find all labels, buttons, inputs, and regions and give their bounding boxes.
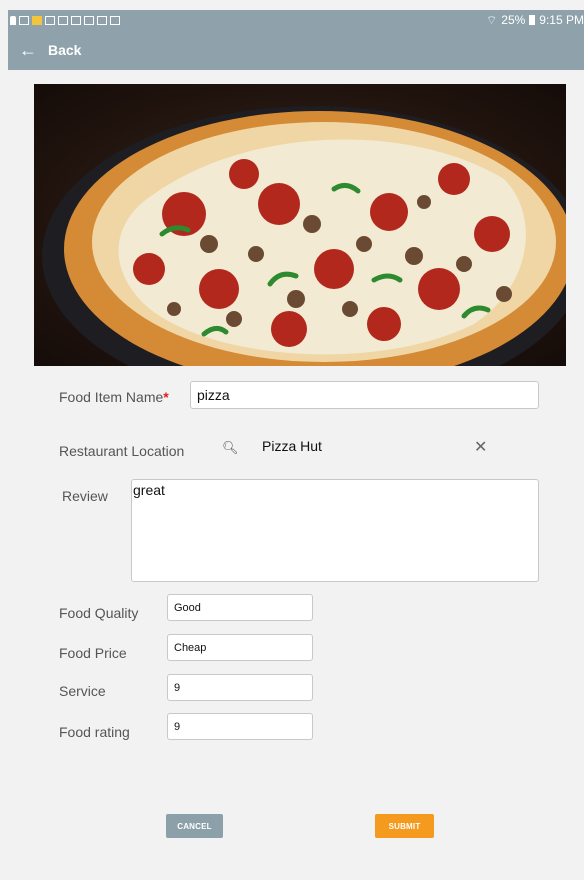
shuffle-icon — [84, 15, 94, 25]
wifi-icon: ⌔ — [485, 12, 498, 27]
image-icon — [19, 15, 29, 25]
review-textarea[interactable] — [131, 479, 539, 582]
food-quality-input[interactable]: Good — [167, 594, 313, 621]
required-mark: * — [163, 389, 169, 405]
submit-button[interactable]: SUBMIT — [375, 814, 434, 838]
download-icon — [45, 15, 55, 25]
food-item-name-label: Food Item Name* — [59, 389, 169, 405]
person-icon — [10, 15, 16, 25]
status-right: ⌔ 25% 9:15 PM — [486, 13, 584, 28]
review-text[interactable]: great — [133, 482, 165, 498]
food-item-name-label-text: Food Item Name — [59, 389, 164, 405]
food-rating-label: Food rating — [59, 724, 130, 740]
food-price-input[interactable]: Cheap — [167, 634, 313, 661]
cancel-button[interactable]: CANCEL — [166, 814, 223, 838]
pizza-image — [34, 84, 566, 366]
restaurant-location-label: Restaurant Location — [59, 443, 185, 459]
search-icon[interactable]: 🔍︎ — [222, 440, 239, 456]
battery-icon — [529, 15, 536, 25]
camera-icon — [97, 15, 107, 25]
back-bar[interactable]: ← Back — [8, 34, 81, 66]
food-rating-input[interactable]: 9 — [167, 713, 313, 740]
restaurant-location-input[interactable]: Pizza Hut — [262, 438, 322, 454]
back-label[interactable]: Back — [48, 42, 81, 58]
clock: 9:15 PM — [539, 13, 584, 27]
food-quality-label: Food Quality — [59, 605, 139, 621]
photo-icon — [58, 15, 68, 25]
service-label: Service — [59, 683, 106, 699]
service-input[interactable]: 9 — [167, 674, 313, 701]
upload-icon — [110, 15, 120, 25]
close-icon[interactable]: ✕ — [474, 437, 487, 457]
battery-percent: 25% — [501, 13, 526, 27]
status-bar: ⌔ 25% 9:15 PM — [8, 10, 584, 30]
notification-icons — [8, 15, 120, 25]
warning-icon — [32, 15, 42, 25]
review-label: Review — [62, 488, 108, 504]
food-item-name-input[interactable]: pizza — [190, 381, 539, 409]
food-price-label: Food Price — [59, 645, 127, 661]
app-header: ⌔ 25% 9:15 PM ← Back — [8, 10, 584, 70]
gallery-icon — [71, 15, 81, 25]
arrow-left-icon[interactable]: ← — [8, 40, 48, 61]
food-photo — [34, 84, 566, 366]
